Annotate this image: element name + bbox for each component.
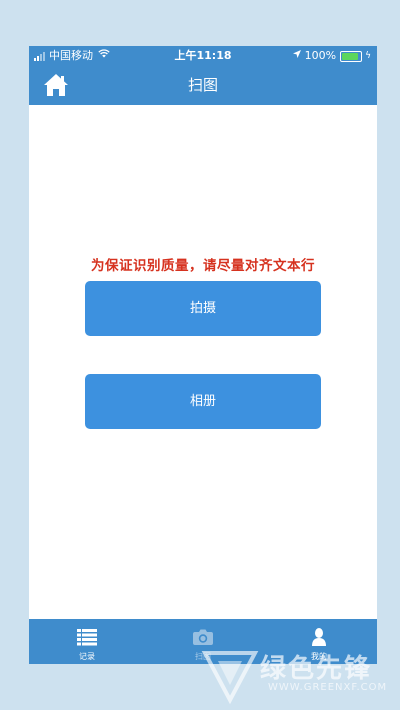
charging-icon: ϟ [365,51,371,61]
list-icon [77,628,97,646]
site-watermark: 绿色先锋 WWW.GREENXF.COM [190,640,400,710]
page-title: 扫图 [187,76,218,94]
tab-records-label: 记录 [79,652,95,661]
battery-icon [340,50,363,62]
battery-percent: 100% [304,49,337,62]
alignment-notice: 为保证识别质量，请尽量对齐文本行 [91,258,315,274]
battery-fill [342,52,359,60]
album-button[interactable]: 相册 [85,374,321,429]
location-arrow-icon [292,46,301,66]
nav-bar: 扫图 [29,66,377,105]
watermark-url: WWW.GREENXF.COM [268,682,388,693]
shoot-button[interactable]: 拍摄 [85,281,321,336]
status-bar: 中国移动 上午11:18 100% ϟ [29,46,377,66]
tab-records[interactable]: 记录 [29,619,145,664]
watermark-text: 绿色先锋 [260,654,373,684]
status-right: 100% ϟ [292,46,371,66]
app-screen: 中国移动 上午11:18 100% ϟ 扫图 为保证识别质量，请尽量对齐文本行 … [29,46,377,664]
